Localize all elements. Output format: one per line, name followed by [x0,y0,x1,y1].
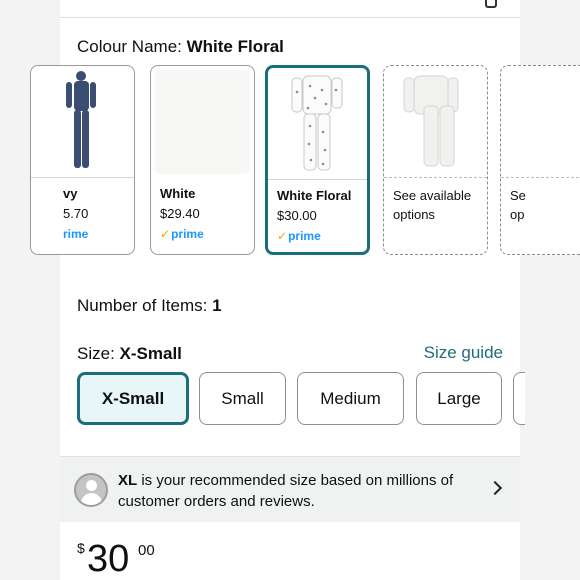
colour-name-row: Colour Name: White Floral [77,37,284,57]
cart-icon[interactable] [485,0,497,8]
size-button-partial[interactable] [513,372,525,425]
prime-badge: ✓prime [160,227,204,241]
swatch-see-options-2[interactable]: Se op [500,65,580,255]
product-image-white-floral [268,68,367,180]
prime-badge: ✓prime [277,229,321,243]
product-image-partial [501,66,580,178]
see-options-label: Se op [510,188,526,222]
size-button-small[interactable]: Small [199,372,286,425]
size-row: Size: X-Small [77,344,182,364]
user-avatar-icon [74,473,108,507]
colour-name-label: Colour Name: [77,37,182,56]
product-image-white [155,70,250,174]
price-currency: $ [77,540,85,556]
size-button-medium[interactable]: Medium [297,372,404,425]
top-strip [60,0,520,18]
prime-check-icon: ✓ [160,227,171,241]
price-fraction: 00 [138,542,155,559]
product-image-ivory [384,66,487,178]
recommended-size: XL [118,472,138,489]
size-value: X-Small [119,344,182,363]
size-button-large[interactable]: Large [416,372,502,425]
price-whole: 30 [87,538,130,580]
swatch-name: vy [63,186,78,201]
recommendation-text: XL is your recommended size based on mil… [118,470,488,512]
swatch-white[interactable]: White $29.40 ✓prime [150,65,255,255]
size-recommendation-banner[interactable]: XL is your recommended size based on mil… [60,456,520,522]
swatch-see-options[interactable]: See available options [383,65,488,255]
items-label: Number of Items: [77,296,208,315]
product-options-panel: Colour Name: White Floral vy 5.70 rime W… [30,0,580,580]
size-button-x-small[interactable]: X-Small [77,372,189,425]
chevron-right-icon [487,480,503,496]
size-guide-link[interactable]: Size guide [424,343,503,363]
prime-label: prime [288,229,321,243]
items-value: 1 [212,296,222,315]
product-image-navy [31,66,134,178]
swatch-price: $30.00 [277,208,317,223]
swatch-navy[interactable]: vy 5.70 rime [30,65,135,255]
swatch-white-floral[interactable]: White Floral $30.00 ✓prime [265,65,370,255]
prime-badge: rime [63,227,88,241]
colour-name-value: White Floral [186,37,284,56]
prime-label: rime [63,227,89,241]
see-options-label: See available options [393,188,472,222]
swatch-name: White [160,186,196,201]
swatch-name: White Floral [277,188,352,203]
swatch-price: $29.40 [160,206,200,221]
prime-label: prime [171,227,204,241]
number-of-items-row: Number of Items: 1 [77,296,222,316]
recommendation-message: is your recommended size based on millio… [118,472,454,510]
prime-check-icon: ✓ [277,229,288,243]
swatch-price: 5.70 [63,206,89,221]
size-label: Size: [77,344,115,363]
